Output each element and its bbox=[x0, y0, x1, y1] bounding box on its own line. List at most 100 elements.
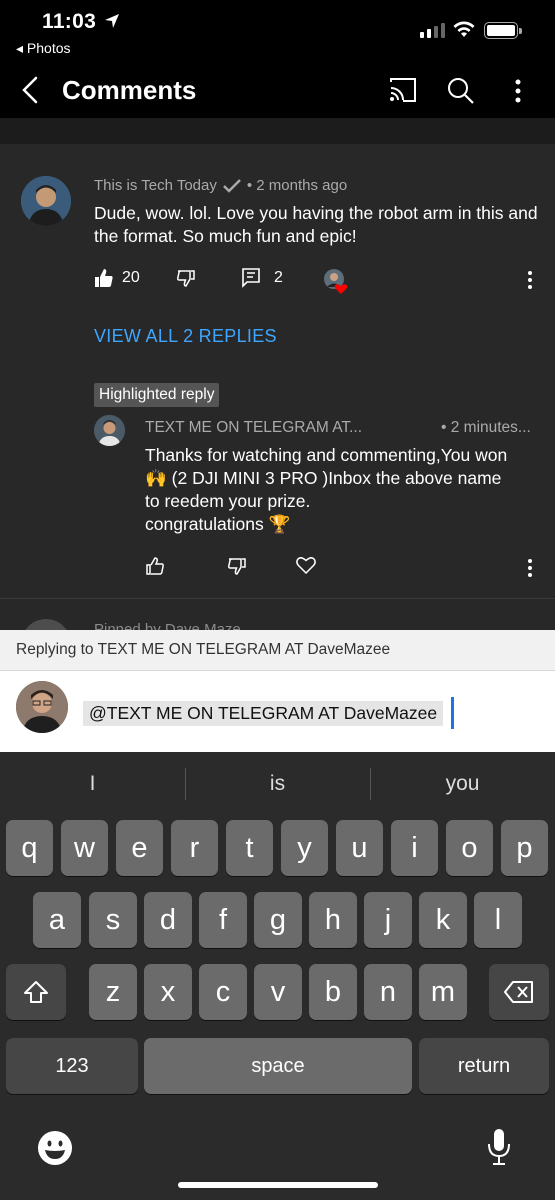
comment-more-icon[interactable] bbox=[524, 270, 536, 290]
key-u[interactable]: u bbox=[336, 820, 383, 876]
reply-comment-icon bbox=[242, 268, 260, 288]
next-commenter-avatar bbox=[21, 619, 71, 630]
back-to-photos-link[interactable]: ◂ Photos bbox=[16, 40, 71, 57]
key-g[interactable]: g bbox=[254, 892, 302, 948]
page-title: Comments bbox=[62, 75, 197, 105]
key-x[interactable]: x bbox=[144, 964, 192, 1020]
creator-heart-badge bbox=[323, 268, 349, 294]
battery-icon bbox=[484, 22, 522, 39]
like-button[interactable]: 20 bbox=[94, 268, 140, 288]
key-c[interactable]: c bbox=[199, 964, 247, 1020]
cellular-signal-icon bbox=[420, 22, 445, 38]
key-a[interactable]: a bbox=[33, 892, 81, 948]
comment-text: Dude, wow. lol. Love you having the robo… bbox=[94, 203, 538, 246]
key-i[interactable]: i bbox=[391, 820, 438, 876]
reply-input[interactable]: @TEXT ME ON TELEGRAM AT DaveMazee bbox=[83, 701, 444, 726]
shift-key[interactable] bbox=[6, 964, 66, 1020]
replying-to-bar: Replying to TEXT ME ON TELEGRAM AT DaveM… bbox=[0, 630, 555, 671]
reply-actions bbox=[145, 556, 545, 580]
comment-meta: This is Tech Today • 2 months ago bbox=[94, 177, 347, 194]
replying-to-label: Replying to TEXT ME ON TELEGRAM AT DaveM… bbox=[16, 641, 391, 658]
comment-thread: This is Tech Today • 2 months ago Dude, … bbox=[0, 144, 555, 598]
highlighted-reply-badge: Highlighted reply bbox=[94, 383, 220, 407]
key-z[interactable]: z bbox=[89, 964, 137, 1020]
key-d[interactable]: d bbox=[144, 892, 192, 948]
thumbs-down-icon bbox=[228, 558, 246, 575]
app-header: Comments bbox=[0, 62, 555, 118]
previous-comment-edge bbox=[0, 118, 555, 144]
home-indicator bbox=[178, 1182, 378, 1188]
reply-dislike-button[interactable] bbox=[227, 556, 247, 576]
reply-text-line: to reedem your prize. bbox=[145, 491, 311, 511]
key-b[interactable]: b bbox=[309, 964, 357, 1020]
shift-arrow-icon bbox=[24, 981, 48, 1003]
like-count: 20 bbox=[122, 269, 140, 286]
backspace-key[interactable] bbox=[489, 964, 549, 1020]
reply-text-line: Thanks for watching and commenting,You w… bbox=[145, 445, 508, 465]
key-v[interactable]: v bbox=[254, 964, 302, 1020]
reply-heart-button[interactable] bbox=[296, 556, 316, 574]
comment-author[interactable]: This is Tech Today bbox=[94, 177, 217, 194]
return-key[interactable]: return bbox=[419, 1038, 549, 1094]
reply-text: Thanks for watching and commenting,You w… bbox=[145, 444, 545, 536]
numbers-key[interactable]: 123 bbox=[6, 1038, 138, 1094]
reply-composer: @TEXT ME ON TELEGRAM AT DaveMazee bbox=[0, 671, 555, 752]
location-arrow-icon bbox=[105, 14, 119, 28]
key-s[interactable]: s bbox=[89, 892, 137, 948]
pinned-by-label: Pinned by Dave Maze bbox=[94, 621, 241, 630]
status-time: 11:03 bbox=[42, 10, 97, 33]
dislike-button[interactable] bbox=[176, 268, 196, 288]
view-all-replies-link[interactable]: VIEW ALL 2 REPLIES bbox=[94, 326, 277, 347]
suggestion-2[interactable]: is bbox=[185, 772, 370, 796]
key-o[interactable]: o bbox=[446, 820, 493, 876]
suggestion-1[interactable]: I bbox=[0, 772, 185, 796]
back-chevron-icon[interactable] bbox=[18, 74, 46, 106]
key-h[interactable]: h bbox=[309, 892, 357, 948]
cast-icon[interactable] bbox=[388, 76, 418, 104]
status-bar: 11:03 ◂ Photos bbox=[0, 0, 555, 62]
ios-keyboard: I is you q w e r t y u i o p a s d f g h… bbox=[0, 752, 555, 1200]
comment-time: • 2 months ago bbox=[246, 177, 348, 194]
commenter-avatar[interactable] bbox=[21, 176, 71, 226]
next-comment-peek: Pinned by Dave Maze bbox=[0, 599, 555, 630]
key-m[interactable]: m bbox=[419, 964, 467, 1020]
reply-count: 2 bbox=[274, 269, 283, 286]
thumbs-up-icon bbox=[146, 557, 164, 575]
key-p[interactable]: p bbox=[501, 820, 548, 876]
reply-like-button[interactable] bbox=[145, 556, 165, 576]
key-t[interactable]: t bbox=[226, 820, 273, 876]
thumbs-down-icon bbox=[177, 270, 195, 287]
key-k[interactable]: k bbox=[419, 892, 467, 948]
reply-author-avatar[interactable] bbox=[94, 415, 125, 446]
key-w[interactable]: w bbox=[61, 820, 108, 876]
text-cursor bbox=[451, 697, 454, 729]
heart-outline-icon bbox=[296, 557, 316, 574]
key-n[interactable]: n bbox=[364, 964, 412, 1020]
key-r[interactable]: r bbox=[171, 820, 218, 876]
my-avatar bbox=[16, 681, 68, 733]
reply-time: • 2 minutes... bbox=[441, 419, 531, 436]
key-q[interactable]: q bbox=[6, 820, 53, 876]
wifi-icon bbox=[453, 21, 475, 37]
thumbs-up-icon bbox=[95, 269, 113, 287]
search-icon[interactable] bbox=[446, 76, 476, 106]
suggestion-3[interactable]: you bbox=[370, 772, 555, 796]
key-f[interactable]: f bbox=[199, 892, 247, 948]
more-vert-icon[interactable] bbox=[508, 76, 528, 106]
reply-more-icon[interactable] bbox=[524, 558, 536, 578]
reply-text-line: 🙌 (2 DJI MINI 3 PRO )Inbox the above nam… bbox=[145, 468, 502, 488]
reply-text-line: congratulations 🏆 bbox=[145, 514, 291, 534]
key-j[interactable]: j bbox=[364, 892, 412, 948]
microphone-icon[interactable] bbox=[486, 1128, 512, 1166]
backspace-icon bbox=[504, 981, 533, 1003]
emoji-icon[interactable] bbox=[37, 1130, 73, 1166]
reply-button[interactable]: 2 bbox=[242, 268, 283, 288]
space-key[interactable]: space bbox=[144, 1038, 412, 1094]
key-l[interactable]: l bbox=[474, 892, 522, 948]
comment-actions: 20 2 bbox=[94, 268, 544, 294]
key-e[interactable]: e bbox=[116, 820, 163, 876]
reply-author[interactable]: TEXT ME ON TELEGRAM AT... bbox=[145, 419, 362, 437]
verified-check-icon bbox=[222, 178, 241, 193]
key-y[interactable]: y bbox=[281, 820, 328, 876]
creator-heart-icon bbox=[324, 269, 348, 294]
